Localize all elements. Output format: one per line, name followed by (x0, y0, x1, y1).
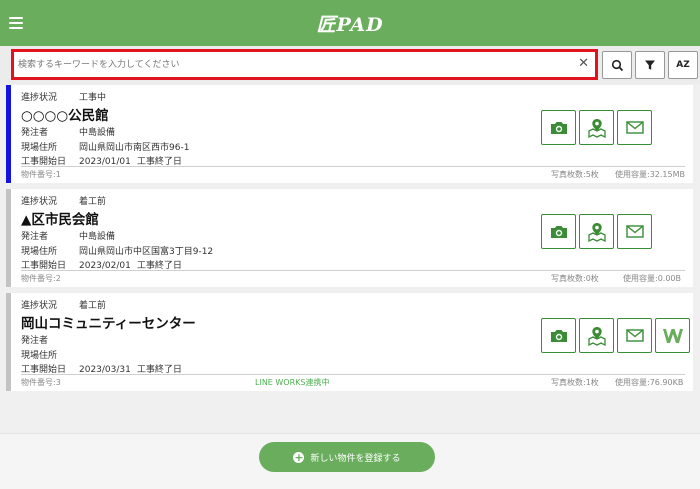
camera-button[interactable] (541, 318, 576, 353)
status-value: 着工前 (79, 301, 107, 311)
address-row: 現場住所 (21, 351, 58, 361)
address-row: 現場住所 岡山県岡山市南区西市96-1 (21, 143, 190, 153)
search-icon (611, 59, 623, 71)
property-name: ○○○○公民館 (21, 108, 109, 124)
photo-count: 写真枚数:5枚 (551, 170, 599, 179)
search-box: ✕ (11, 49, 598, 80)
bottom-bar: + 新しい物件を登録する (0, 433, 700, 489)
camera-icon (550, 121, 567, 134)
camera-icon (550, 329, 567, 342)
map-button[interactable] (579, 318, 614, 353)
client-row: 発注者 中島設備 (21, 128, 116, 138)
clear-icon[interactable]: ✕ (578, 56, 589, 72)
card-divider (21, 270, 685, 271)
register-property-button[interactable]: + 新しい物件を登録する (259, 442, 435, 472)
search-bar: ✕ AZ (0, 46, 700, 84)
status-row: 進捗状況 着工前 (21, 301, 107, 311)
property-number: 物件番号:3 (21, 378, 61, 387)
photo-count: 写真枚数:0枚 (551, 274, 599, 283)
status-value: 工事中 (79, 93, 107, 103)
mail-button[interactable] (617, 214, 652, 249)
map-button[interactable] (579, 214, 614, 249)
app-logo: 匠PAD (316, 14, 384, 36)
storage-usage: 使用容量:32.15MB (615, 170, 685, 179)
map-pin-icon (587, 118, 606, 138)
mail-icon (625, 121, 644, 134)
address-value: 岡山県岡山市南区西市96-1 (79, 143, 190, 153)
property-number: 物件番号:2 (21, 274, 61, 283)
map-pin-icon (587, 326, 606, 346)
sort-button[interactable]: AZ (668, 51, 698, 79)
camera-button[interactable] (541, 214, 576, 249)
status-row: 進捗状況 工事中 (21, 93, 107, 103)
mail-button[interactable] (617, 318, 652, 353)
register-label: 新しい物件を登録する (310, 453, 401, 464)
search-input[interactable] (18, 55, 568, 74)
camera-button[interactable] (541, 110, 576, 145)
camera-icon (550, 225, 567, 238)
card-divider (21, 374, 685, 375)
filter-button[interactable] (635, 51, 665, 79)
storage-usage: 使用容量:76.90KB (615, 378, 684, 387)
card-divider (21, 166, 685, 167)
client-row: 発注者 (21, 336, 49, 346)
line-works-icon (662, 328, 683, 343)
status-value: 着工前 (79, 197, 107, 207)
line-works-button[interactable] (655, 318, 690, 353)
map-button[interactable] (579, 110, 614, 145)
app-header: 匠PAD (0, 0, 700, 46)
address-row: 現場住所 岡山県岡山市中区国富3丁目9-12 (21, 247, 214, 257)
property-number: 物件番号:1 (21, 170, 61, 179)
mail-button[interactable] (617, 110, 652, 145)
sort-az-icon: AZ (676, 60, 690, 70)
mail-icon (625, 329, 644, 342)
client-value: 中島設備 (79, 232, 116, 242)
mail-icon (625, 225, 644, 238)
photo-count: 写真枚数:1枚 (551, 378, 599, 387)
property-name: 岡山コミュニティーセンター (21, 316, 196, 332)
storage-usage: 使用容量:0.00B (623, 274, 682, 283)
address-value: 岡山県岡山市中区国富3丁目9-12 (79, 247, 214, 257)
status-row: 進捗状況 着工前 (21, 197, 107, 207)
map-pin-icon (587, 222, 606, 242)
property-name: ▲区市民会館 (21, 212, 99, 228)
property-card[interactable]: 進捗状況 着工前 ▲区市民会館 発注者 中島設備 現場住所 岡山県岡山市中区国富3丁目… (6, 189, 693, 287)
property-card[interactable]: 進捗状況 着工前 岡山コミュニティーセンター 発注者 現場住所 工事開始日 2023… (6, 293, 693, 391)
search-button[interactable] (602, 51, 632, 79)
client-value: 中島設備 (79, 128, 116, 138)
plus-circle-icon: + (293, 450, 305, 464)
line-works-status: LINE WORKS連携中 (255, 378, 330, 387)
filter-icon (645, 60, 655, 70)
property-card[interactable]: 進捗状況 工事中 ○○○○公民館 発注者 中島設備 現場住所 岡山県岡山市南区西市96… (6, 85, 693, 183)
client-row: 発注者 中島設備 (21, 232, 116, 242)
